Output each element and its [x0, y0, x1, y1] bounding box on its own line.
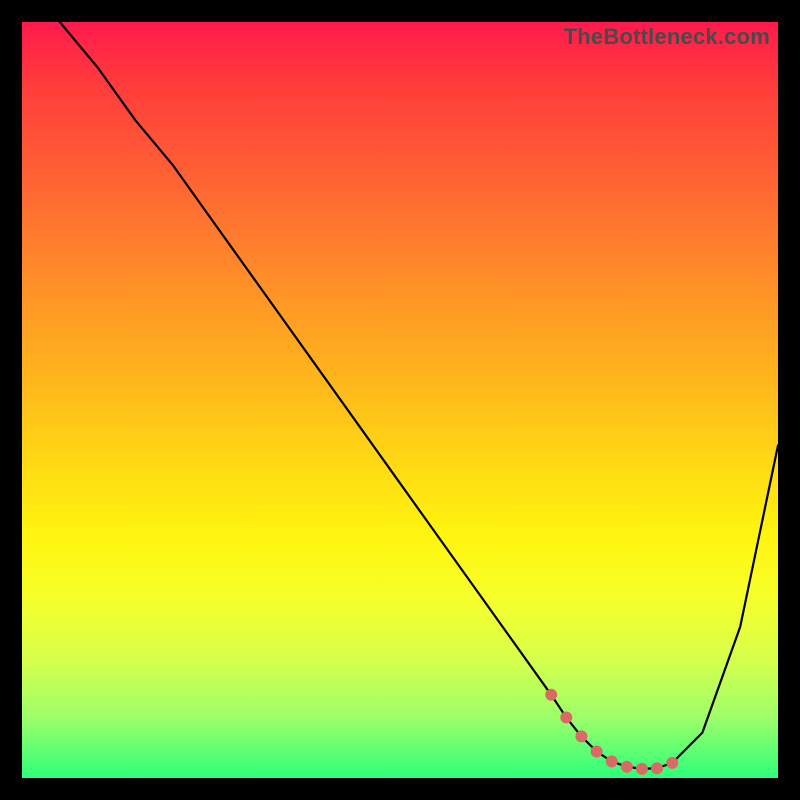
marker-dot	[606, 755, 618, 767]
marker-dot	[575, 730, 587, 742]
bottleneck-curve-line	[60, 22, 778, 769]
marker-dot	[636, 763, 648, 775]
optimal-zone-markers	[545, 689, 678, 775]
plot-area: TheBottleneck.com	[22, 22, 778, 778]
chart-svg	[22, 22, 778, 778]
marker-dot	[560, 712, 572, 724]
marker-dot	[651, 762, 663, 774]
marker-dot	[545, 689, 557, 701]
chart-frame: TheBottleneck.com	[0, 0, 800, 800]
marker-dot	[621, 761, 633, 773]
marker-dot	[666, 757, 678, 769]
marker-dot	[591, 746, 603, 758]
